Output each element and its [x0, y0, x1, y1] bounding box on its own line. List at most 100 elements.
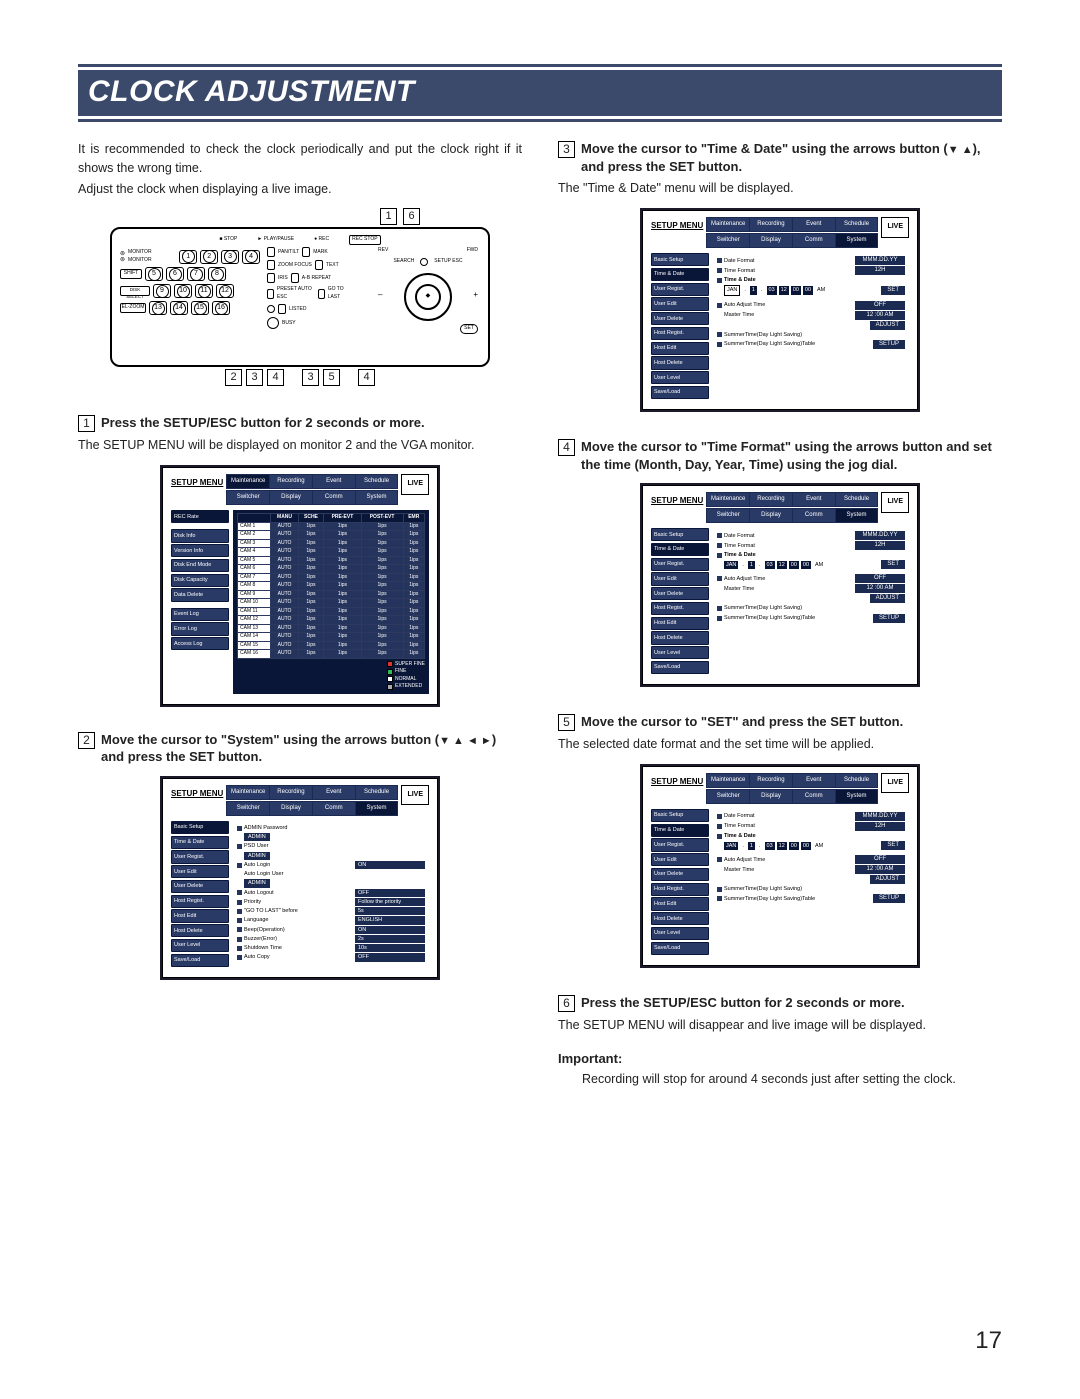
menu2-side-item: User Edit: [171, 865, 229, 878]
label-text: TEXT: [326, 262, 339, 270]
tab2-system: System: [356, 802, 398, 815]
menu1-side-item: Event Log: [171, 608, 229, 621]
menu1-sidebar: REC RateDisk InfoVersion InfoDisk End Mo…: [171, 510, 229, 694]
callout-1: 1: [380, 208, 397, 225]
label-search: SEARCH: [393, 258, 414, 266]
label-preset: PRESET AUTO ESC: [277, 286, 315, 301]
label-play: PLAY/PAUSE: [264, 236, 294, 242]
device-mid-cluster: PAN/TILT MARK ZOOM FOCUS TEXT IRIS A-B R…: [267, 247, 352, 332]
cam-btn-5: 5: [145, 267, 163, 281]
content-columns: It is recommended to check the clock per…: [78, 140, 1002, 1089]
label-pan: PAN/TILT: [278, 249, 299, 257]
menu2-side-item: User Regist.: [171, 850, 229, 863]
cam-btn-13: 13: [149, 301, 167, 315]
label-goto: GO TO LAST: [328, 286, 352, 301]
important-body: Recording will stop for around 4 seconds…: [582, 1070, 1002, 1089]
cam-btn-9: 9: [153, 284, 171, 298]
label-zoomfocus: ZOOM FOCUS: [278, 262, 312, 270]
step-3-number: 3: [558, 141, 575, 158]
step-4-title: Move the cursor to "Time Format" using t…: [581, 438, 1002, 473]
cam-btn-16: 16: [212, 301, 230, 315]
menu2-side-item: User Level: [171, 939, 229, 952]
page-title: CLOCK ADJUSTMENT: [78, 69, 1002, 117]
step-1-title: Press the SETUP/ESC button for 2 seconds…: [101, 414, 425, 432]
menu2-side-item: Save/Load: [171, 954, 229, 967]
callout-6: 6: [403, 208, 420, 225]
menu-title-2: SETUP MENU: [171, 785, 226, 802]
device-callouts-top: 1 6: [110, 208, 490, 225]
step-2-title: Move the cursor to "System" using the ar…: [101, 731, 522, 766]
step-5-number: 5: [558, 714, 575, 731]
tab2-display: Display: [270, 802, 313, 815]
callout-b-4a: 4: [267, 369, 284, 386]
cam-btn-7: 7: [187, 267, 205, 281]
zoom-button: EL-ZOOM: [120, 303, 146, 313]
menu1-side-item: Disk Info: [171, 529, 229, 542]
step-1-number: 1: [78, 415, 95, 432]
setup-menu-screenshot-4: SETUP MENUMaintenanceRecordingEventSched…: [640, 483, 920, 687]
tab-comm: Comm: [313, 491, 356, 504]
menu1-side-item: Version Info: [171, 544, 229, 557]
step-1-desc: The SETUP MENU will be displayed on moni…: [78, 436, 522, 455]
menu1-side-item: Disk Capacity: [171, 574, 229, 587]
monitor-icon: ⊚⊚: [120, 251, 125, 263]
step-3: 3 Move the cursor to "Time & Date" using…: [558, 140, 1002, 198]
step-3-desc: The "Time & Date" menu will be displayed…: [558, 179, 1002, 198]
setup-menu-screenshot-1: SETUP MENU Maintenance Recording Event S…: [160, 465, 440, 707]
step-5-title: Move the cursor to "SET" and press the S…: [581, 713, 903, 731]
tab2-switcher: Switcher: [227, 802, 270, 815]
callout-b-2: 2: [225, 369, 242, 386]
tab-recording: Recording: [270, 475, 313, 488]
step-5-desc: The selected date format and the set tim…: [558, 735, 1002, 754]
tab-schedule: Schedule: [356, 475, 398, 488]
menu2-side-item: Host Edit: [171, 909, 229, 922]
label-listed: LISTED: [289, 306, 307, 314]
menu2-side-item: Time & Date: [171, 836, 229, 849]
menu2-content: ADMIN PasswordADMINPSD UserADMINAuto Log…: [233, 821, 429, 967]
arrows-2way-icon: ▼ ▲: [948, 144, 973, 156]
step-4: 4 Move the cursor to "Time Format" using…: [558, 438, 1002, 473]
label-setup: SETUP ESC: [434, 259, 462, 264]
shift-button: SHIFT: [120, 269, 142, 279]
cam-btn-2: 2: [200, 250, 218, 264]
device-panel: ■ STOP ► PLAY/PAUSE ● REC REC STOP ⊚⊚ MO…: [110, 227, 490, 367]
device-right-cluster: REV FWD SEARCH SETUP ESC – ◆ +: [378, 247, 478, 337]
title-rule-bottom: [78, 119, 1002, 122]
right-column: 3 Move the cursor to "Time & Date" using…: [558, 140, 1002, 1089]
callout-b-3a: 3: [246, 369, 263, 386]
label-mark: MARK: [313, 249, 327, 257]
menu2-admin-button: ADMIN: [244, 833, 270, 841]
tab-system: System: [356, 491, 398, 504]
tab-display: Display: [270, 491, 313, 504]
menu1-content: MANUSCHEPRE-EVTPOST-EVTEMR CAM 1AUTO1ips…: [233, 510, 429, 694]
intro-paragraph-1: It is recommended to check the clock per…: [78, 140, 522, 178]
step-3-title: Move the cursor to "Time & Date" using t…: [581, 140, 1002, 175]
label-busy: BUSY: [282, 320, 296, 328]
tab2-event: Event: [313, 786, 356, 799]
label-fwd: FWD: [467, 247, 478, 255]
label-recstop: REC STOP: [349, 235, 380, 245]
tab-maintenance: Maintenance: [227, 475, 270, 488]
cam-btn-3: 3: [221, 250, 239, 264]
title-rule-top: [78, 64, 1002, 67]
important-heading: Important:: [558, 1049, 1002, 1069]
menu2-sidebar: Basic Setup Time & DateUser Regist. User E…: [171, 821, 229, 967]
cam-btn-14: 14: [170, 301, 188, 315]
tab2-recording: Recording: [270, 786, 313, 799]
cam-btn-4: 4: [242, 250, 260, 264]
setup-menu-screenshot-2: SETUP MENU Maintenance Recording Event S…: [160, 776, 440, 980]
step-2: 2 Move the cursor to "System" using the …: [78, 731, 522, 766]
device-figure: 1 6 ■ STOP ► PLAY/PAUSE ● REC REC STOP ⊚…: [110, 208, 490, 386]
label-ab: A-B REPEAT: [302, 275, 331, 283]
step-1: 1 Press the SETUP/ESC button for 2 secon…: [78, 414, 522, 455]
menu1-side-item: Access Log: [171, 637, 229, 650]
step-6: 6 Press the SETUP/ESC button for 2 secon…: [558, 994, 1002, 1035]
step-6-title: Press the SETUP/ESC button for 2 seconds…: [581, 994, 905, 1012]
disk-select-button: DISK SELECT: [120, 286, 150, 296]
menu1-side-item: REC Rate: [171, 510, 229, 523]
step-6-number: 6: [558, 995, 575, 1012]
cam-btn-12: 12: [216, 284, 234, 298]
step-4-number: 4: [558, 439, 575, 456]
menu2-side-item: Basic Setup: [171, 821, 229, 834]
callout-b-5: 5: [323, 369, 340, 386]
